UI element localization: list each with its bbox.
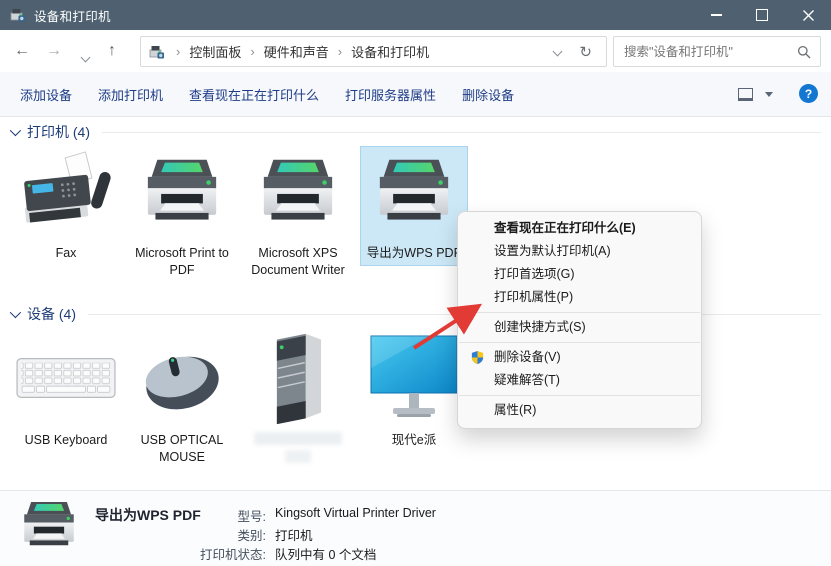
help-button[interactable]: ? xyxy=(799,84,818,103)
uac-shield-icon xyxy=(470,350,485,365)
printer-tile-wps-pdf-selected[interactable]: 导出为WPS PDF xyxy=(361,147,467,265)
breadcrumb-separator: › xyxy=(331,44,349,59)
printer-label: Microsoft Print to PDF xyxy=(129,245,235,279)
view-dropdown-caret-icon[interactable] xyxy=(765,92,773,97)
fax-icon xyxy=(13,147,119,239)
menu-item-set-as-default[interactable]: 设置为默认打印机(A) xyxy=(458,240,701,263)
close-button[interactable] xyxy=(785,0,831,30)
add-printer-button[interactable]: 添加打印机 xyxy=(98,85,163,104)
printer-tile-fax[interactable]: Fax xyxy=(13,147,119,262)
devices-and-printers-window: 设备和打印机 ← → ↑ xyxy=(0,0,831,566)
forward-button[interactable]: → xyxy=(46,39,62,63)
menu-separator xyxy=(459,342,700,343)
devices-section-title: 设备 (4) xyxy=(27,304,76,324)
menu-item-troubleshoot[interactable]: 疑难解答(T) xyxy=(458,369,701,392)
device-tile-monitor[interactable]: 现代e派 xyxy=(361,330,467,449)
see-whats-printing-button[interactable]: 查看现在正在打印什么 xyxy=(189,85,319,104)
menu-item-remove-device[interactable]: 删除设备(V) xyxy=(458,346,701,369)
up-button[interactable]: ↑ xyxy=(108,39,116,63)
breadcrumb-separator: › xyxy=(243,44,261,59)
menu-item-printing-preferences[interactable]: 打印首选项(G) xyxy=(458,263,701,286)
close-icon xyxy=(803,10,814,21)
print-server-properties-button[interactable]: 打印服务器属性 xyxy=(345,85,436,104)
details-category-label: 类别: xyxy=(170,525,266,544)
breadcrumb-separator: › xyxy=(169,44,187,59)
printer-icon xyxy=(361,147,467,239)
address-bar[interactable]: › 控制面板 › 硬件和声音 › 设备和打印机 ↻ xyxy=(140,36,607,67)
breadcrumb-hardware-sound[interactable]: 硬件和声音 xyxy=(262,42,331,61)
breadcrumb-control-panel[interactable]: 控制面板 xyxy=(187,42,243,61)
window-controls xyxy=(693,0,831,30)
device-label: USB OPTICAL MOUSE xyxy=(129,432,235,466)
menu-item-see-whats-printing[interactable]: 查看现在正在打印什么(E) xyxy=(458,217,701,240)
device-label: USB Keyboard xyxy=(13,432,119,449)
back-button[interactable]: ← xyxy=(14,39,30,63)
printer-label: 导出为WPS PDF xyxy=(361,245,467,262)
minimize-icon xyxy=(711,14,722,15)
command-bar: 添加设备 添加打印机 查看现在正在打印什么 打印服务器属性 删除设备 ? xyxy=(0,72,831,117)
printers-section-title: 打印机 (4) xyxy=(27,122,90,142)
selected-printer-icon xyxy=(16,499,82,556)
details-model-value: Kingsoft Virtual Printer Driver xyxy=(275,506,436,525)
address-dropdown-icon[interactable] xyxy=(553,47,563,57)
navigation-row: ← → ↑ › 控制面板 › 硬件和声音 › 设备和打印机 ↻ xyxy=(0,30,831,72)
breadcrumb-devices-printers[interactable]: 设备和打印机 xyxy=(349,42,431,61)
menu-separator xyxy=(459,312,700,313)
printer-icon xyxy=(129,147,235,239)
monitor-icon xyxy=(361,330,467,426)
computer-tower-icon xyxy=(245,330,351,426)
maximize-icon xyxy=(756,9,768,21)
details-status-value: 队列中有 0 个文档 xyxy=(275,544,376,563)
printer-tile-ms-xps-writer[interactable]: Microsoft XPS Document Writer xyxy=(245,147,351,279)
context-menu: 查看现在正在打印什么(E) 设置为默认打印机(A) 打印首选项(G) 打印机属性… xyxy=(457,211,702,429)
section-divider xyxy=(102,132,821,133)
collapse-chevron-icon xyxy=(10,125,21,136)
details-status-label: 打印机状态: xyxy=(170,544,266,563)
menu-item-properties[interactable]: 属性(R) xyxy=(458,399,701,422)
app-icon xyxy=(10,7,26,23)
add-device-button[interactable]: 添加设备 xyxy=(20,85,72,104)
printer-label: Microsoft XPS Document Writer xyxy=(245,245,351,279)
section-divider xyxy=(88,314,821,315)
history-dropdown-button[interactable] xyxy=(82,45,89,69)
minimize-button[interactable] xyxy=(693,0,739,30)
search-input[interactable] xyxy=(614,45,797,59)
details-category-value: 打印机 xyxy=(275,525,313,544)
title-bar[interactable]: 设备和打印机 xyxy=(0,0,831,30)
collapse-chevron-icon xyxy=(10,307,21,318)
printers-section-header[interactable]: 打印机 (4) xyxy=(10,122,821,142)
printer-tile-ms-print-to-pdf[interactable]: Microsoft Print to PDF xyxy=(129,147,235,279)
chevron-down-icon xyxy=(81,53,91,63)
keyboard-icon xyxy=(13,330,119,426)
device-label: 现代e派 xyxy=(361,432,467,449)
mouse-icon xyxy=(129,330,235,426)
redacted-device-label xyxy=(245,432,351,468)
search-icon[interactable] xyxy=(797,45,811,59)
refresh-icon[interactable]: ↻ xyxy=(579,43,592,61)
device-tile-usb-mouse[interactable]: USB OPTICAL MOUSE xyxy=(129,330,235,466)
printer-icon xyxy=(245,147,351,239)
maximize-button[interactable] xyxy=(739,0,785,30)
location-icon xyxy=(149,44,165,60)
menu-separator xyxy=(459,395,700,396)
menu-item-printer-properties[interactable]: 打印机属性(P) xyxy=(458,286,701,309)
details-model-label: 型号: xyxy=(170,506,266,525)
remove-device-button[interactable]: 删除设备 xyxy=(462,85,514,104)
printer-label: Fax xyxy=(13,245,119,262)
menu-item-label: 删除设备(V) xyxy=(494,350,561,364)
device-tile-computer[interactable] xyxy=(245,330,351,468)
window-title: 设备和打印机 xyxy=(34,6,111,25)
menu-item-create-shortcut[interactable]: 创建快捷方式(S) xyxy=(458,316,701,339)
change-view-icon[interactable] xyxy=(738,88,753,101)
search-box xyxy=(613,36,821,67)
device-tile-usb-keyboard[interactable]: USB Keyboard xyxy=(13,330,119,449)
